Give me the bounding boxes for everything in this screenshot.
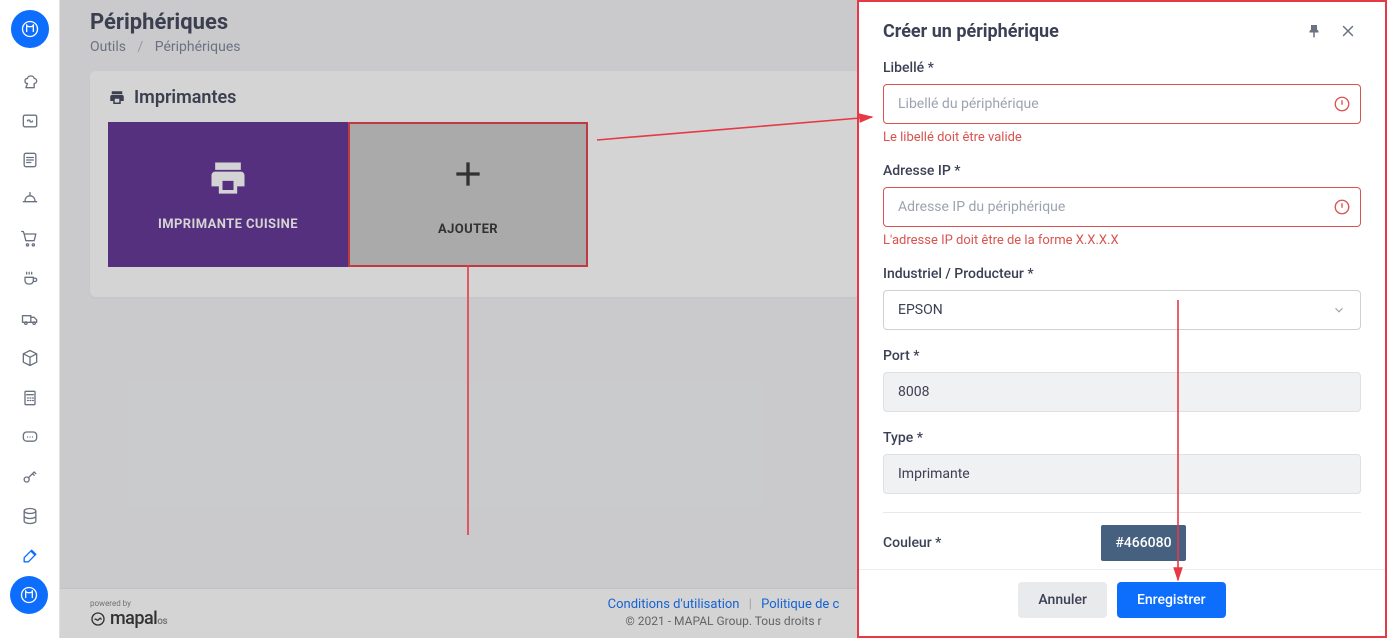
port-label: Port * <box>883 348 1361 364</box>
libelle-group: Libellé * Le libellé doit être valide <box>883 60 1361 145</box>
nav-truck-icon[interactable] <box>10 299 50 339</box>
libelle-label: Libellé * <box>883 60 1361 76</box>
libelle-error: Le libellé doit être valide <box>883 130 1361 145</box>
drawer-footer: Annuler Enregistrer <box>859 569 1385 636</box>
manufacturer-select[interactable]: EPSON <box>883 290 1361 330</box>
ip-label: Adresse IP * <box>883 163 1361 179</box>
type-label: Type * <box>883 430 1361 446</box>
nav-calculator-icon[interactable] <box>10 378 50 418</box>
nav-cart-icon[interactable] <box>10 220 50 260</box>
nav-chef-icon[interactable] <box>10 62 50 102</box>
nav-heart-icon[interactable] <box>10 101 50 141</box>
cancel-button[interactable]: Annuler <box>1018 582 1107 618</box>
port-group: Port * <box>883 348 1361 412</box>
close-icon[interactable] <box>1335 18 1361 44</box>
libelle-input[interactable] <box>883 84 1361 124</box>
app-logo[interactable] <box>11 10 49 48</box>
drawer-header: Créer un périphérique <box>859 2 1385 60</box>
save-button[interactable]: Enregistrer <box>1117 582 1226 618</box>
color-group: Couleur * #466080 <box>883 525 1361 561</box>
type-input[interactable] <box>883 454 1361 494</box>
ip-group: Adresse IP * L'adresse IP doit être de l… <box>883 163 1361 248</box>
nav-list-icon[interactable] <box>10 141 50 181</box>
pin-icon[interactable] <box>1301 18 1327 44</box>
nav-bell-icon[interactable] <box>10 180 50 220</box>
manufacturer-label: Industriel / Producteur * <box>883 266 1361 282</box>
nav-box-icon[interactable] <box>10 338 50 378</box>
ip-input[interactable] <box>883 187 1361 227</box>
alert-icon <box>1333 198 1351 216</box>
alert-icon <box>1333 95 1351 113</box>
port-input[interactable] <box>883 372 1361 412</box>
manufacturer-group: Industriel / Producteur * EPSON <box>883 266 1361 330</box>
app-logo-bottom[interactable] <box>10 576 48 614</box>
chevron-down-icon <box>1332 303 1346 317</box>
drawer-body: Libellé * Le libellé doit être valide Ad… <box>859 60 1385 569</box>
nav-chat-icon[interactable] <box>10 417 50 457</box>
nav-settings-icon[interactable] <box>10 536 50 576</box>
sidebar <box>0 0 60 638</box>
nav-key-icon[interactable] <box>10 457 50 497</box>
color-label: Couleur * <box>883 535 941 551</box>
nav-coffee-icon[interactable] <box>10 259 50 299</box>
type-group: Type * <box>883 430 1361 494</box>
color-swatch[interactable]: #466080 <box>1101 525 1185 561</box>
create-device-drawer: Créer un périphérique Libellé * Le libel… <box>857 0 1387 638</box>
nav-database-icon[interactable] <box>10 496 50 536</box>
drawer-title: Créer un périphérique <box>883 21 1293 42</box>
divider <box>883 512 1361 513</box>
ip-error: L'adresse IP doit être de la forme X.X.X… <box>883 233 1361 248</box>
